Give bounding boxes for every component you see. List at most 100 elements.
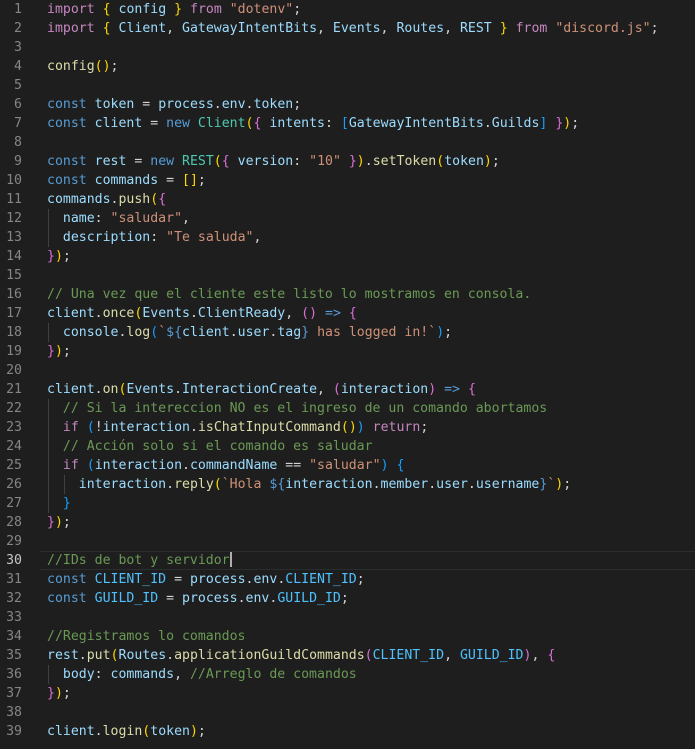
code-line[interactable]: 6 const token = process.env.token; <box>0 95 695 114</box>
code-line[interactable]: 19}); <box>0 342 695 361</box>
code-line[interactable]: 9 const rest = new REST({ version: "10" }… <box>0 152 695 171</box>
code-line[interactable]: 17 client.once(Events.ClientReady, () => … <box>0 304 695 323</box>
code-content[interactable]: }); <box>22 342 695 361</box>
code-line[interactable]: 20 <box>0 361 695 380</box>
code-content[interactable]: client.login(token); <box>22 722 695 741</box>
code-content[interactable]: // Una vez que el cliente este listo lo … <box>22 285 695 304</box>
code-line[interactable]: 29 <box>0 532 695 551</box>
code-line[interactable]: 18 console.log(`${client.user.tag} has l… <box>0 323 695 342</box>
code-line[interactable]: 37}); <box>0 684 695 703</box>
code-content[interactable] <box>22 133 695 152</box>
code-content[interactable]: console.log(`${client.user.tag} has logg… <box>22 323 695 342</box>
code-token: "discord.js" <box>555 21 651 36</box>
code-line[interactable]: 14}); <box>0 247 695 266</box>
code-content[interactable]: const CLIENT_ID = process.env.CLIENT_ID; <box>22 570 695 589</box>
code-token: : <box>150 230 167 245</box>
line-number: 36 <box>6 667 22 682</box>
code-content[interactable]: commands.push({ <box>22 190 695 209</box>
code-line[interactable]: 28}); <box>0 513 695 532</box>
code-content[interactable]: }); <box>22 513 695 532</box>
line-number: 29 <box>6 534 22 549</box>
code-content[interactable]: import { Client, GatewayIntentBits, Even… <box>22 19 695 38</box>
code-line[interactable]: 13 description: "Te saluda", <box>0 228 695 247</box>
code-line[interactable]: 12 name: "saludar", <box>0 209 695 228</box>
line-number: 38 <box>6 705 22 720</box>
code-line[interactable]: 10 const commands = []; <box>0 171 695 190</box>
code-content[interactable]: const client = new Client({ intents: [Ga… <box>22 114 695 133</box>
code-token: "10" <box>309 154 341 169</box>
code-content[interactable] <box>22 608 695 627</box>
code-content[interactable]: const rest = new REST({ version: "10" })… <box>22 152 695 171</box>
code-content[interactable]: name: "saludar", <box>22 209 695 228</box>
code-line[interactable]: 3 <box>0 38 695 57</box>
code-content[interactable]: config(); <box>22 57 695 76</box>
code-content[interactable]: const commands = []; <box>22 171 695 190</box>
code-line[interactable]: 30 //IDs de bot y servidor <box>0 551 695 570</box>
code-line[interactable]: 5 <box>0 76 695 95</box>
code-line[interactable]: 38 <box>0 703 695 722</box>
code-line[interactable]: 31 const CLIENT_ID = process.env.CLIENT_I… <box>0 570 695 589</box>
code-line[interactable]: 15 <box>0 266 695 285</box>
code-content[interactable]: const token = process.env.token; <box>22 95 695 114</box>
code-line[interactable]: 32 const GUILD_ID = process.env.GUILD_ID; <box>0 589 695 608</box>
code-content[interactable]: }); <box>22 247 695 266</box>
code-editor[interactable]: 1 import { config } from "dotenv"; 2 import… <box>0 0 695 749</box>
code-line[interactable]: 22 // Si la intereccion NO es el ingreso… <box>0 399 695 418</box>
code-token: ( <box>301 306 310 321</box>
code-token: commands <box>110 667 175 682</box>
code-content[interactable] <box>22 76 695 95</box>
code-content[interactable]: } <box>22 494 695 513</box>
code-content[interactable]: rest.put(Routes.applicationGuildCommands… <box>22 646 695 665</box>
code-token: process <box>189 572 246 587</box>
code-content[interactable]: //Registramos lo comandos <box>22 627 695 646</box>
code-line[interactable]: 2 import { Client, GatewayIntentBits, Eve… <box>0 19 695 38</box>
code-line[interactable]: 27 } <box>0 494 695 513</box>
code-content[interactable] <box>22 38 695 57</box>
code-content[interactable]: const GUILD_ID = process.env.GUILD_ID; <box>22 589 695 608</box>
code-content[interactable]: body: commands, //Arreglo de comandos <box>22 665 695 684</box>
code-token: = <box>166 572 190 587</box>
code-content[interactable]: client.on(Events.InteractionCreate, (int… <box>22 380 695 399</box>
code-content[interactable]: }); <box>22 684 695 703</box>
code-content[interactable]: // Si la intereccion NO es el ingreso de… <box>22 399 695 418</box>
code-line[interactable]: 1 import { config } from "dotenv"; <box>0 0 695 19</box>
code-line[interactable]: 11 commands.push({ <box>0 190 695 209</box>
code-content[interactable] <box>22 266 695 285</box>
code-line[interactable]: 34 //Registramos lo comandos <box>0 627 695 646</box>
code-line[interactable]: 7 const client = new Client({ intents: [G… <box>0 114 695 133</box>
code-token: . <box>229 325 238 340</box>
code-line[interactable]: 16 // Una vez que el cliente este listo l… <box>0 285 695 304</box>
code-content[interactable]: //IDs de bot y servidor <box>22 551 695 570</box>
code-content[interactable] <box>22 703 695 722</box>
code-content[interactable]: client.once(Events.ClientReady, () => { <box>22 304 695 323</box>
code-token: commands <box>94 173 159 188</box>
code-content[interactable]: if (!interaction.isChatInputCommand()) r… <box>22 418 695 437</box>
code-line[interactable]: 24 // Acción solo si el comando es salud… <box>0 437 695 456</box>
code-line[interactable]: 4 config(); <box>0 57 695 76</box>
code-token: version <box>237 154 294 169</box>
code-line[interactable]: 35 rest.put(Routes.applicationGuildComman… <box>0 646 695 665</box>
code-line[interactable]: 25 if (interaction.commandName == "salud… <box>0 456 695 475</box>
code-content[interactable] <box>22 532 695 551</box>
code-content[interactable]: // Acción solo si el comando es saludar <box>22 437 695 456</box>
code-content[interactable]: description: "Te saluda", <box>22 228 695 247</box>
code-line[interactable]: 23 if (!interaction.isChatInputCommand()… <box>0 418 695 437</box>
code-token: ; <box>197 724 206 739</box>
code-content[interactable]: if (interaction.commandName == "saludar"… <box>22 456 695 475</box>
code-line[interactable]: 21 client.on(Events.InteractionCreate, (i… <box>0 380 695 399</box>
code-line[interactable]: 8 <box>0 133 695 152</box>
line-number: 22 <box>6 401 22 416</box>
line-number: 37 <box>6 686 22 701</box>
code-line[interactable]: 33 <box>0 608 695 627</box>
code-token: : <box>324 116 341 131</box>
code-line[interactable]: 39 client.login(token); <box>0 722 695 741</box>
code-line[interactable]: 26 interaction.reply(`Hola ${interaction… <box>0 475 695 494</box>
code-line[interactable]: 36 body: commands, //Arreglo de comandos <box>0 665 695 684</box>
code-content[interactable] <box>22 361 695 380</box>
code-content[interactable]: interaction.reply(`Hola ${interaction.me… <box>22 475 695 494</box>
code-content[interactable]: import { config } from "dotenv"; <box>22 0 695 19</box>
